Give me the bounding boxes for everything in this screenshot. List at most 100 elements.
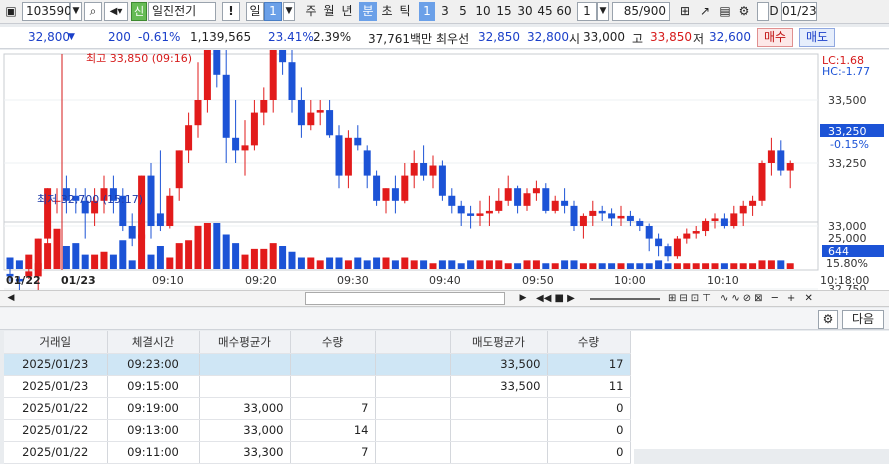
table-cell: 2025/01/22 — [4, 441, 108, 464]
buy-button[interactable]: 매수 — [757, 28, 793, 47]
volume-bar — [297, 257, 305, 269]
candle-body — [194, 100, 202, 126]
window-icon[interactable]: ▣ — [2, 2, 20, 21]
candle-body — [213, 37, 221, 75]
volume-bar — [391, 260, 399, 269]
candle-body — [749, 200, 757, 206]
stock-code-input[interactable]: 103590 — [22, 2, 72, 21]
grid-gear-icon[interactable]: ⚙ — [818, 310, 838, 329]
candlestick-chart[interactable]: 33,50033,25033,00032,750최고 33,850 (09:16… — [0, 11, 889, 302]
table-row[interactable]: 2025/01/23 09:15:00 33,500 11 — [4, 375, 631, 398]
save-icon[interactable]: ▤ — [716, 2, 734, 21]
open-price: 33,000 — [583, 30, 625, 44]
current-pct-label: -0.15% — [830, 138, 869, 151]
candle-body — [673, 238, 681, 257]
price-chart[interactable]: 33,500 33,250 33,000 32,750 최고 33,850 (09:16… — [0, 11, 889, 302]
scroll-right-icon[interactable]: ▶ — [516, 292, 530, 305]
volume-bar — [91, 254, 99, 269]
search-icon[interactable]: ⌕ — [84, 2, 102, 21]
candle-body — [448, 195, 456, 206]
table-cell — [375, 353, 451, 376]
volume-bar — [34, 263, 42, 269]
table-cell — [290, 375, 376, 398]
gear-icon[interactable]: ⚙ — [735, 2, 753, 21]
chart-tools-icon[interactable]: ⊞⊟⊡⊤ ∿∿⊘⊠ ─ + ✕ — [668, 291, 888, 306]
volume-bar — [749, 263, 757, 269]
volume-bar — [194, 225, 202, 269]
col-header-time: 체결시간 — [107, 331, 200, 354]
zoom-slider[interactable] — [590, 298, 660, 300]
table-cell: 2025/01/23 — [4, 375, 108, 398]
table-row[interactable]: 2025/01/22 09:13:00 33,000 14 0 — [4, 419, 631, 442]
period-num-input[interactable]: 1 — [264, 2, 282, 21]
minute-10[interactable]: 10 — [473, 2, 493, 21]
draw-tool-icon[interactable]: ↗ — [696, 2, 714, 21]
candle-body — [166, 195, 174, 226]
code-dropdown-icon[interactable]: ▼ — [70, 2, 82, 21]
candle-body — [739, 205, 747, 214]
minute-30[interactable]: 30 — [515, 2, 535, 21]
volume-bar — [316, 260, 324, 269]
candle-body — [175, 150, 183, 189]
candle-body — [335, 135, 343, 176]
table-cell — [199, 375, 291, 398]
candle-body — [373, 175, 381, 201]
candle-body — [185, 125, 193, 151]
minute-1[interactable]: 1 — [419, 2, 435, 21]
count-field[interactable]: 85/900 — [612, 2, 670, 21]
stock-name-field[interactable]: 일진전기 — [148, 2, 216, 21]
x-tick-label: 09:50 — [522, 274, 554, 287]
speaker-icon[interactable]: ◀▾ — [104, 2, 128, 21]
unit-dropdown-icon[interactable]: ▼ — [597, 2, 609, 21]
volume-bar — [739, 263, 747, 269]
trade-amount: 37,761백만 — [368, 32, 433, 46]
period-month[interactable]: 월 — [320, 2, 338, 21]
candle-body — [570, 205, 578, 226]
table-row[interactable]: 2025/01/22 09:19:00 33,000 7 0 — [4, 397, 631, 420]
minute-5[interactable]: 5 — [455, 2, 471, 21]
volume-bar — [495, 260, 503, 269]
playback-controls[interactable]: ◀◀ ■ ▶ — [536, 291, 586, 306]
minute-3[interactable]: 3 — [437, 2, 453, 21]
period-second[interactable]: 초 — [378, 2, 396, 21]
table-cell: 14 — [290, 419, 376, 442]
grid-tool-icon[interactable]: ⊞ — [676, 2, 694, 21]
period-week[interactable]: 주 — [302, 2, 320, 21]
period-tick[interactable]: 틱 — [396, 2, 414, 21]
table-cell — [450, 441, 548, 464]
period-day-button[interactable]: 일 — [246, 2, 264, 21]
table-cell: 09:19:00 — [107, 397, 200, 420]
date-input[interactable]: 01/23 — [781, 2, 817, 21]
period-dropdown-icon[interactable]: ▼ — [283, 2, 295, 21]
chart-scrollbar[interactable]: ◀ ▶ ◀◀ ■ ▶ ⊞⊟⊡⊤ ∿∿⊘⊠ ─ + ✕ — [0, 290, 889, 307]
alert-icon[interactable]: ! — [222, 2, 240, 21]
table-row[interactable]: 2025/01/23 09:23:00 33,500 17 — [4, 353, 631, 376]
x-tick-label: 10:00 — [614, 274, 646, 287]
volume-bar — [711, 263, 719, 269]
volume-bar — [44, 243, 52, 269]
minute-15[interactable]: 15 — [494, 2, 514, 21]
scroll-left-icon[interactable]: ◀ — [4, 292, 18, 305]
table-cell — [450, 397, 548, 420]
table-cell: 2025/01/23 — [4, 353, 108, 376]
current-price-label: 33,250 — [828, 125, 867, 138]
table-cell — [375, 419, 451, 442]
date-checkbox[interactable] — [757, 2, 769, 21]
candle-body — [307, 112, 315, 126]
candle-body — [504, 188, 512, 201]
period-minute[interactable]: 분 — [359, 2, 377, 21]
volume-bar — [485, 260, 493, 269]
scroll-thumb[interactable] — [305, 292, 505, 305]
candle-body — [598, 210, 606, 214]
minute-45[interactable]: 45 — [535, 2, 555, 21]
col-header-sell-qty: 수량 — [547, 331, 631, 354]
minute-60[interactable]: 60 — [554, 2, 574, 21]
sell-button[interactable]: 매도 — [799, 28, 835, 47]
period-year[interactable]: 년 — [338, 2, 356, 21]
candle-body — [128, 226, 136, 239]
table-row[interactable]: 2025/01/22 09:11:00 33,300 7 0 — [4, 441, 631, 464]
candle-body — [683, 233, 691, 239]
unit-input[interactable]: 1 — [577, 2, 597, 21]
next-button[interactable]: 다음 — [842, 310, 884, 329]
candle-body — [561, 200, 569, 206]
